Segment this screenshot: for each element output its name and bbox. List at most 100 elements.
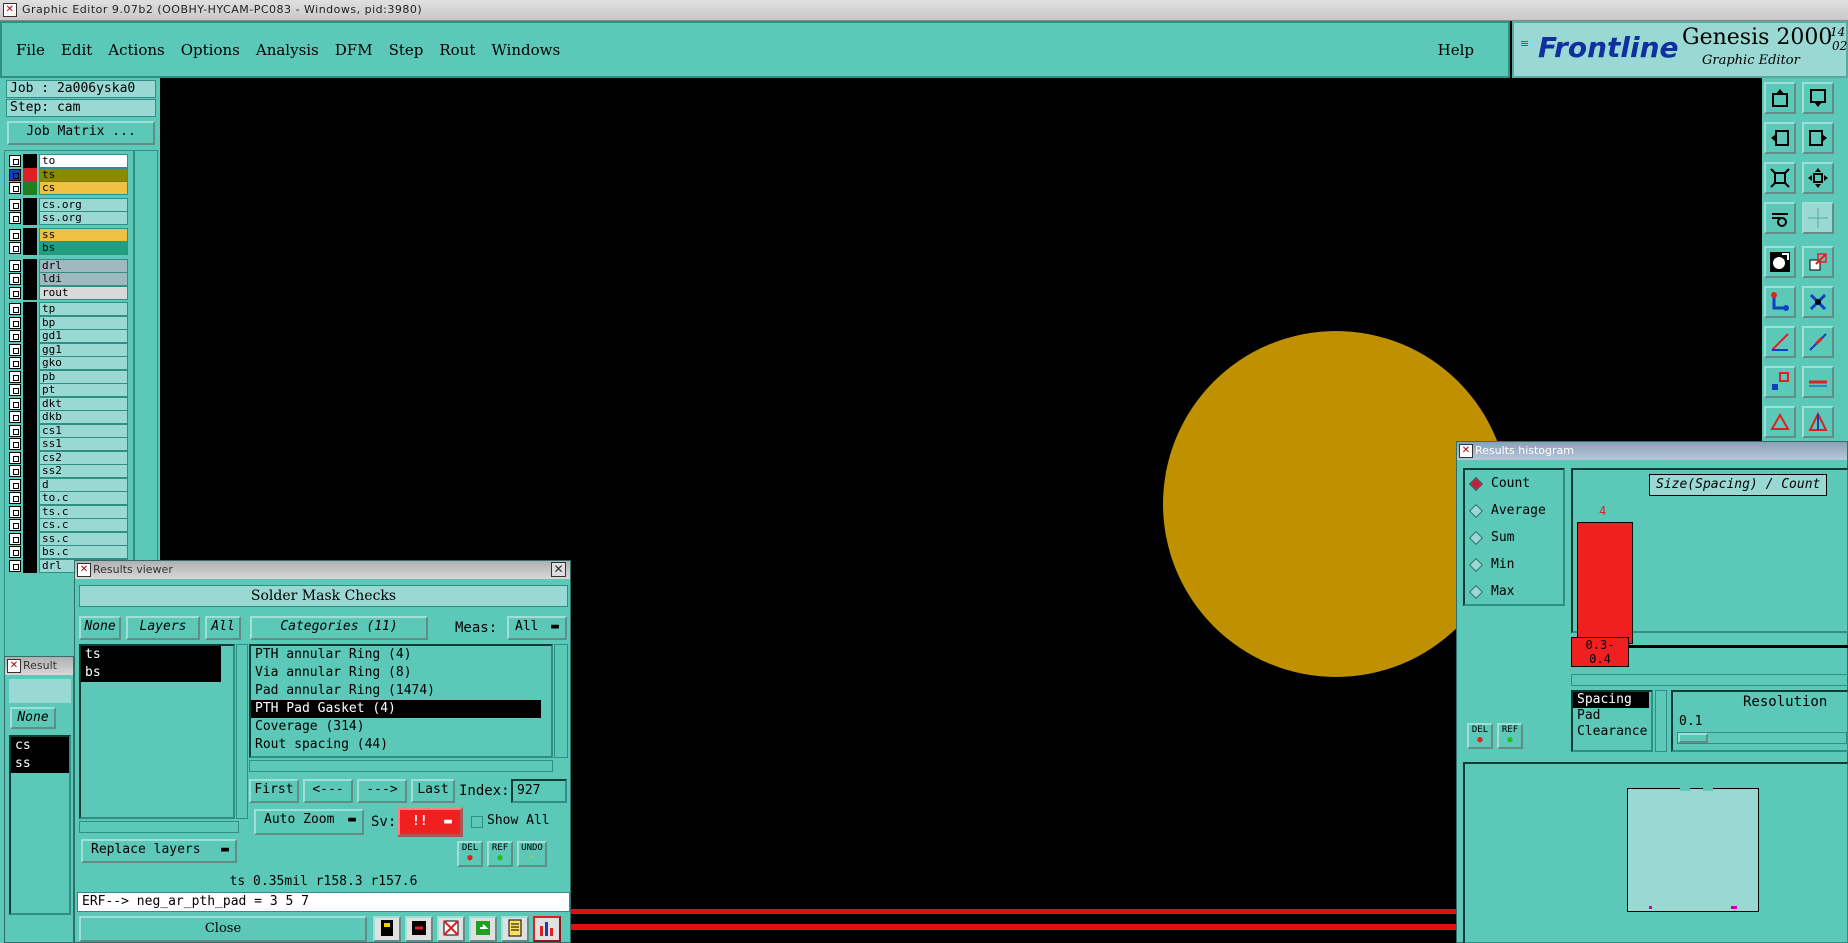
layer-color-swatch[interactable] — [23, 356, 37, 370]
layer-color-swatch[interactable] — [23, 197, 37, 212]
category-item[interactable]: Via annular Ring (8) — [251, 664, 541, 682]
layer-color-swatch[interactable] — [23, 545, 37, 559]
layer-color-swatch[interactable] — [23, 211, 37, 225]
slider-thumb[interactable] — [1678, 733, 1708, 743]
layer-name[interactable]: cs.org — [39, 197, 128, 212]
last-button[interactable]: Last — [411, 779, 455, 803]
menu-analysis[interactable]: Analysis — [256, 41, 319, 59]
layer-checkbox[interactable] — [9, 242, 21, 254]
none-button[interactable]: None — [79, 616, 121, 640]
layer-checkbox[interactable] — [9, 155, 21, 167]
all-button[interactable]: All — [205, 616, 241, 640]
layer-color-swatch[interactable] — [23, 227, 37, 242]
layer-name[interactable]: gd1 — [39, 329, 128, 343]
notes-icon[interactable] — [501, 916, 529, 942]
layer-name[interactable]: cs.c — [39, 518, 128, 532]
layer-color-swatch[interactable] — [23, 329, 37, 343]
severity-select[interactable]: !! ▬ — [397, 807, 463, 837]
toolbar-line-button[interactable] — [1802, 326, 1834, 358]
layer-checkbox[interactable] — [9, 519, 21, 531]
categories-button[interactable]: Categories (11) — [250, 616, 428, 640]
layer-row[interactable]: dkt — [9, 396, 128, 411]
toolbar-triangle-button[interactable] — [1764, 406, 1796, 438]
layer-name[interactable]: bp — [39, 315, 128, 330]
layer-checkbox[interactable] — [9, 424, 21, 437]
toolbar-connect-button[interactable] — [1764, 286, 1796, 318]
layer-color-swatch[interactable] — [23, 302, 37, 316]
layer-row[interactable]: pt — [9, 383, 128, 397]
menu-rout[interactable]: Rout — [439, 41, 475, 59]
trace-feature[interactable] — [570, 924, 1470, 930]
layer-color-swatch[interactable] — [23, 464, 37, 478]
layer-name[interactable]: cs — [39, 181, 128, 195]
layer-color-swatch[interactable] — [23, 423, 37, 438]
toolbar-move-up-button[interactable] — [1764, 82, 1796, 114]
ref-button[interactable]: REF ● — [487, 841, 513, 867]
layer-name[interactable]: ss.c — [39, 531, 128, 546]
layer-row[interactable]: ts — [9, 167, 128, 182]
layer-checkbox[interactable] — [9, 330, 21, 342]
layer-color-swatch[interactable] — [23, 531, 37, 546]
layer-checkbox[interactable] — [9, 182, 21, 194]
layer-color-swatch[interactable] — [23, 154, 37, 168]
radio-icon[interactable] — [1468, 557, 1484, 572]
layer-row[interactable]: gg1 — [9, 342, 128, 357]
layer-color-swatch[interactable] — [23, 342, 37, 357]
layer-color-swatch[interactable] — [23, 504, 37, 519]
report-icon[interactable] — [373, 916, 401, 942]
back-layer-list[interactable]: cs ss — [9, 735, 71, 915]
menu-file[interactable]: File — [16, 41, 45, 59]
layer-color-swatch[interactable] — [23, 167, 37, 182]
replace-layers-select[interactable]: Replace layers ▬ — [81, 839, 237, 863]
layer-checkbox[interactable] — [9, 411, 21, 423]
mode-option[interactable]: Sum — [1465, 524, 1563, 551]
next-report-icon[interactable] — [469, 916, 497, 942]
auto-zoom-select[interactable]: Auto Zoom ▬ — [254, 809, 364, 835]
layer-color-swatch[interactable] — [23, 437, 37, 451]
layer-row[interactable]: tp — [9, 302, 128, 316]
layer-color-swatch[interactable] — [23, 272, 37, 286]
layer-row[interactable]: to.c — [9, 491, 128, 505]
layer-checkbox[interactable] — [9, 532, 21, 545]
layer-result-list[interactable]: ts bs — [79, 644, 235, 819]
layer-checkbox[interactable] — [9, 343, 21, 356]
layer-row[interactable]: to — [9, 154, 128, 168]
menu-step[interactable]: Step — [389, 41, 424, 59]
resolution-slider[interactable] — [1677, 732, 1847, 744]
layer-checkbox[interactable] — [9, 273, 21, 285]
list-item[interactable]: cs — [11, 737, 69, 755]
layer-row[interactable]: ss.c — [9, 531, 128, 546]
category-item[interactable]: Coverage (314) — [251, 718, 541, 736]
category-vscroll[interactable] — [554, 644, 568, 758]
layer-row[interactable]: ss2 — [9, 464, 128, 478]
layer-checkbox[interactable] — [9, 168, 21, 181]
toolbar-add-button[interactable] — [1802, 246, 1834, 278]
list-item[interactable]: bs — [81, 664, 221, 682]
close-icon[interactable]: ✕ — [551, 562, 566, 577]
layer-color-swatch[interactable] — [23, 558, 37, 573]
layer-name[interactable]: dkt — [39, 396, 128, 411]
toolbar-zoom-fit-button[interactable] — [1764, 162, 1796, 194]
radio-icon[interactable] — [1468, 476, 1484, 491]
layer-checkbox[interactable] — [9, 397, 21, 410]
layer-name[interactable]: ss1 — [39, 437, 128, 451]
layer-name[interactable]: to — [39, 154, 128, 168]
toolbar-snap-button[interactable] — [1764, 202, 1796, 234]
layer-color-swatch[interactable] — [23, 518, 37, 532]
menu-windows[interactable]: Windows — [491, 41, 560, 59]
layer-name[interactable]: rout — [39, 285, 128, 300]
layer-checkbox[interactable] — [9, 357, 21, 369]
layer-name[interactable]: bs — [39, 241, 128, 255]
mode-option[interactable]: Average — [1465, 497, 1563, 524]
layer-color-swatch[interactable] — [23, 450, 37, 465]
layer-checkbox[interactable] — [9, 198, 21, 211]
layer-name[interactable]: cs2 — [39, 450, 128, 465]
menu-help[interactable]: Help — [1438, 41, 1474, 59]
layer-checkbox[interactable] — [9, 438, 21, 450]
category-hscroll[interactable] — [249, 760, 553, 772]
layer-row[interactable]: ss — [9, 227, 128, 242]
layer-row[interactable]: bs — [9, 241, 128, 255]
layer-color-swatch[interactable] — [23, 410, 37, 424]
layer-row[interactable]: bp — [9, 315, 128, 330]
hist-del-button[interactable]: DEL ● — [1467, 723, 1493, 749]
